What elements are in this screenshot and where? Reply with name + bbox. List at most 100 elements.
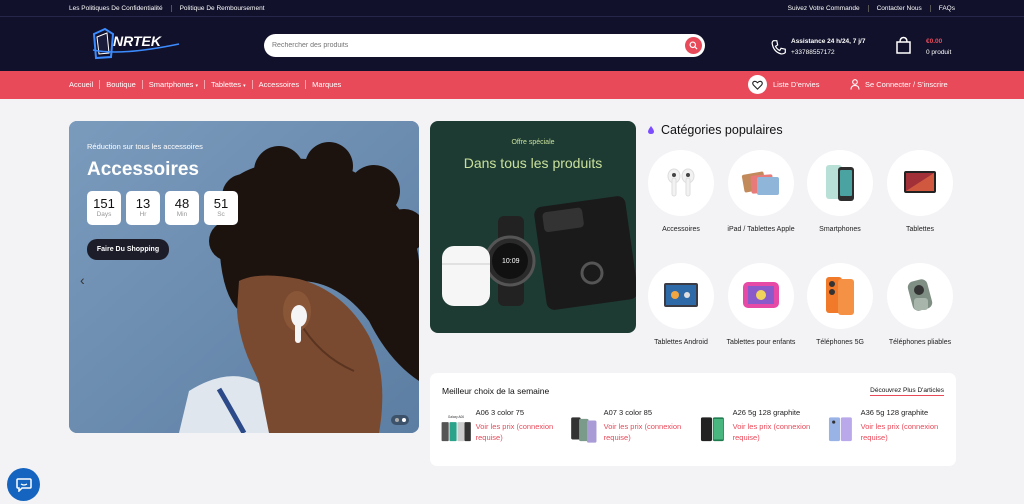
nav-item-tablettes[interactable]: Tablettes ▾: [204, 80, 252, 89]
product-name: A06 3 color 75: [475, 408, 524, 417]
nav-item-marques[interactable]: Marques: [305, 80, 347, 89]
offer-products-image: 10:09: [442, 196, 636, 310]
category-label: Tablettes pour enfants: [726, 339, 796, 346]
product-image: Galaxy A06: [441, 415, 471, 442]
category-label: Tablettes Android: [654, 339, 708, 346]
category-tablettes-enfants[interactable]: Tablettes pour enfants: [725, 263, 797, 348]
phone-icon: [771, 39, 786, 55]
nav-item-accessoires[interactable]: Accessoires: [251, 80, 305, 89]
logo-icon: NRTEK: [92, 27, 180, 60]
watch-time: 10:09: [502, 258, 520, 265]
track-order-link[interactable]: Suivez Votre Commande: [780, 5, 868, 12]
nav-item-smartphones[interactable]: Smartphones ▾: [141, 80, 204, 89]
category-label: Téléphones 5G: [816, 339, 864, 346]
cart-count: 0 produit: [926, 49, 952, 56]
foldable-phone-icon: [887, 263, 953, 329]
hero-slider[interactable]: Réduction sur tous les accessoires Acces…: [69, 121, 419, 433]
svg-text:NRTEK: NRTEK: [113, 33, 162, 49]
product-image: [571, 417, 597, 443]
heart-icon: [748, 75, 767, 94]
category-accessoires[interactable]: Accessoires: [645, 150, 717, 235]
timer-unit: Sc: [217, 211, 225, 218]
countdown-timer: 151 Days 13 Hr 48 Min 51 Sc: [87, 191, 243, 225]
ipad-icon: [728, 150, 794, 216]
search-icon: [689, 41, 698, 50]
privacy-link[interactable]: Les Politiques De Confidentialité: [69, 5, 171, 12]
category-smartphones[interactable]: Smartphones: [804, 150, 876, 235]
category-label: Smartphones: [819, 226, 861, 233]
timer-unit: Days: [96, 211, 112, 218]
top-bar: Les Politiques De Confidentialité Politi…: [0, 0, 1024, 17]
search-bar[interactable]: [264, 34, 705, 57]
wishlist-label: Liste D'envies: [773, 80, 820, 89]
android-tablet-icon: [648, 263, 714, 329]
faq-link[interactable]: FAQs: [929, 4, 955, 12]
nav-item-label: Smartphones: [148, 80, 194, 89]
assistance-block[interactable]: Assistance 24 h/24, 7 j/7 +33788557172: [770, 36, 865, 58]
categories-title-text: Catégories populaires: [661, 123, 783, 137]
best-picks-panel: Meilleur choix de la semaine Découvrez P…: [430, 373, 956, 466]
categories-title: Catégories populaires: [648, 123, 783, 137]
product-image: [700, 417, 724, 442]
wishlist-link[interactable]: Liste D'envies: [748, 75, 819, 94]
search-button[interactable]: [685, 37, 702, 54]
category-tablettes-android[interactable]: Tablettes Android: [645, 263, 717, 348]
hero-subtitle: Réduction sur tous les accessoires: [87, 142, 203, 151]
nav-item-accueil[interactable]: Accueil: [69, 80, 99, 89]
category-ipad[interactable]: iPad / Tablettes Apple: [725, 150, 797, 235]
airpods-icon: [648, 150, 714, 216]
search-input[interactable]: [272, 38, 672, 53]
login-link[interactable]: Se Connecter / S'inscrire: [850, 79, 948, 90]
smartphone-icon: [807, 150, 873, 216]
product-image: [828, 417, 852, 442]
product-card[interactable]: Galaxy A06 A06 3 color 75 Voir les prix …: [440, 408, 560, 452]
product-card[interactable]: A36 5g 128 graphite Voir les prix (conne…: [825, 408, 945, 452]
timer-hours: 13 Hr: [126, 191, 160, 225]
chevron-left-icon[interactable]: ‹: [80, 272, 85, 288]
product-card[interactable]: A07 3 color 85 Voir les prix (connexion …: [568, 408, 688, 452]
chevron-down-icon: ▾: [243, 83, 246, 89]
discover-more-link[interactable]: Découvrez Plus D'articles: [870, 387, 944, 396]
shop-now-button[interactable]: Faire Du Shopping: [87, 239, 169, 260]
product-price[interactable]: Voir les prix (connexion requise): [476, 421, 560, 443]
chat-bubble-icon: [15, 478, 32, 492]
product-price[interactable]: Voir les prix (connexion requise): [733, 421, 817, 443]
slider-dots[interactable]: [391, 415, 409, 425]
best-picks-title: Meilleur choix de la semaine: [442, 386, 550, 396]
slider-dot[interactable]: [401, 418, 406, 422]
category-label: Accessoires: [662, 226, 700, 233]
product-name: A36 5g 128 graphite: [860, 408, 929, 417]
cart[interactable]: €0.00 0 produit: [895, 36, 951, 58]
login-label: Se Connecter / S'inscrire: [865, 80, 948, 89]
timer-days: 151 Days: [87, 191, 121, 225]
chevron-down-icon: ▾: [195, 83, 199, 89]
slider-dot[interactable]: [394, 418, 399, 422]
product-card[interactable]: A26 5g 128 graphite Voir les prix (conne…: [697, 408, 817, 452]
assist-phone: +33788557172: [791, 49, 835, 56]
assist-hours: Assistance 24 h/24, 7 j/7: [791, 38, 866, 45]
contact-link[interactable]: Contacter Nous: [867, 4, 930, 12]
chat-button[interactable]: [7, 468, 40, 501]
category-tablettes[interactable]: Tablettes: [884, 150, 956, 235]
product-price[interactable]: Voir les prix (connexion requise): [604, 421, 688, 443]
category-label: Tablettes: [905, 226, 935, 233]
nav-item-label: Tablettes: [211, 80, 242, 89]
cart-bag-icon: [896, 36, 911, 54]
timer-value: 13: [135, 196, 151, 211]
category-telephones-5g[interactable]: Téléphones 5G: [804, 263, 876, 348]
refund-link[interactable]: Politique De Remboursement: [170, 4, 273, 12]
category-telephones-pliables[interactable]: Téléphones pliables: [884, 263, 956, 348]
product-price[interactable]: Voir les prix (connexion requise): [861, 421, 945, 443]
product-name: A07 3 color 85: [603, 408, 652, 417]
kids-tablet-icon: [728, 263, 794, 329]
timer-unit: Min: [176, 211, 188, 218]
5g-phone-icon: [807, 263, 873, 329]
timer-value: 48: [174, 196, 190, 211]
special-offer-banner[interactable]: Offre spéciale Dans tous les produits 10…: [430, 121, 636, 333]
hero-title: Accessoires: [87, 159, 199, 180]
logo[interactable]: NRTEK: [91, 26, 181, 62]
user-icon: [850, 79, 860, 90]
timer-unit: Hr: [139, 211, 147, 218]
nav-item-boutique[interactable]: Boutique: [99, 80, 142, 89]
main-nav: Accueil Boutique Smartphones ▾ Tablettes…: [0, 71, 1024, 99]
